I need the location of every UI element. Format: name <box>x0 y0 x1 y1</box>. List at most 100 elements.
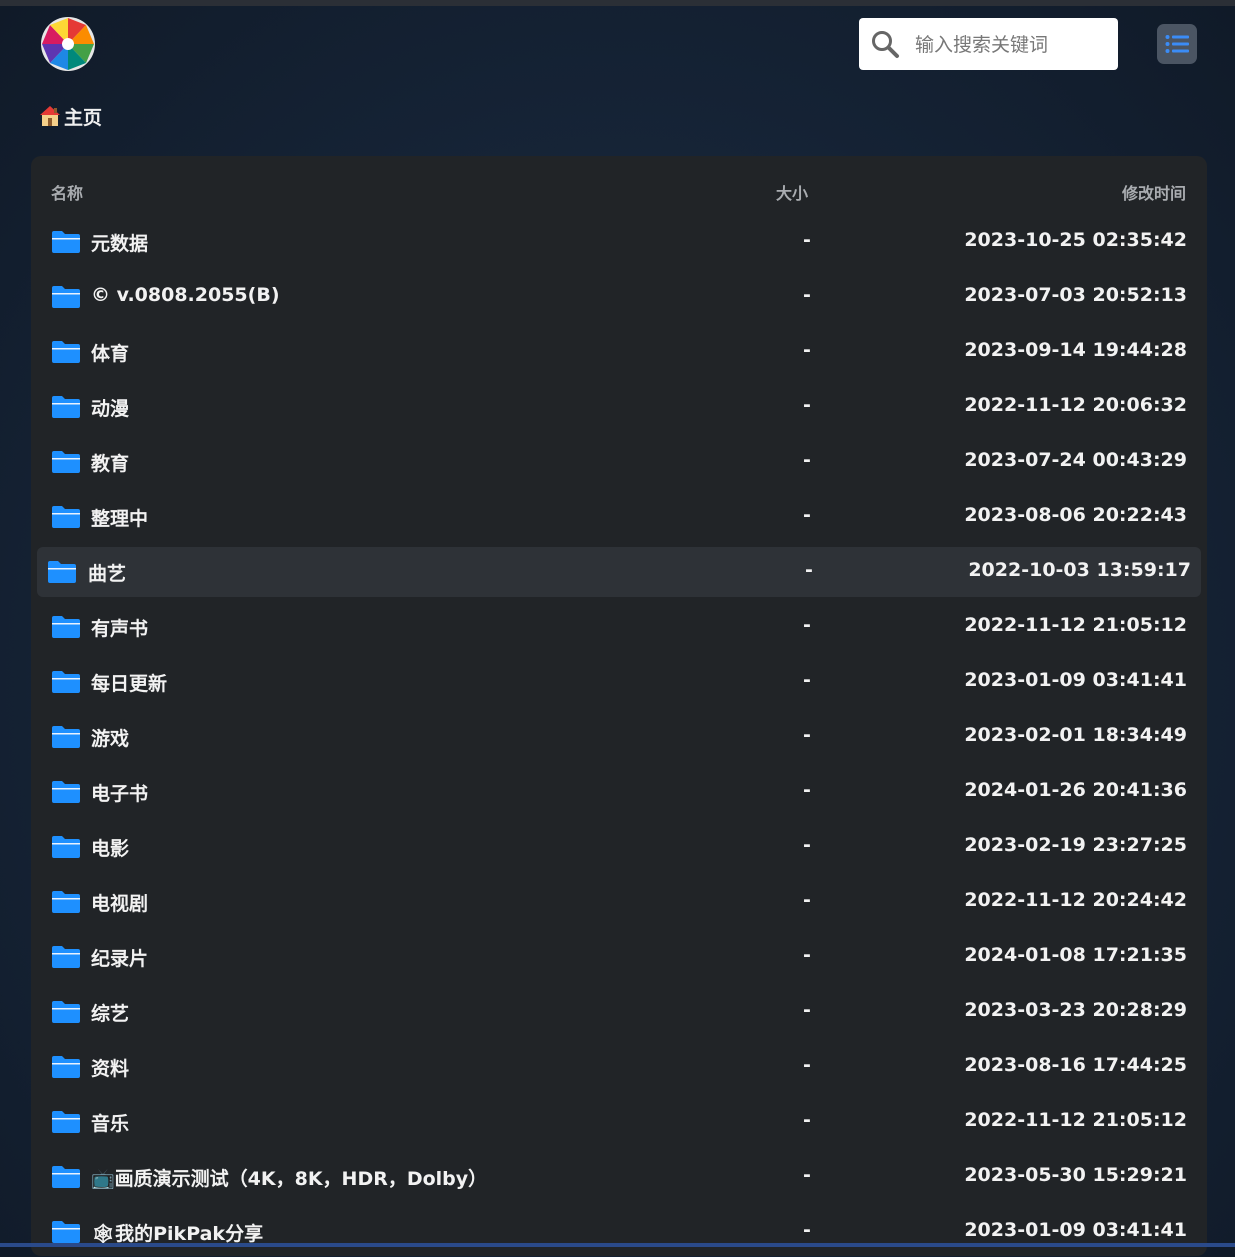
file-name[interactable]: 曲艺 <box>88 559 126 586</box>
folder-icon <box>52 451 80 473</box>
table-row[interactable]: 电影 - 2023-02-19 23:27:25 <box>37 822 1201 872</box>
file-name[interactable]: 📺画质演示测试（4K，8K，HDR，Dolby） <box>91 1164 487 1191</box>
file-size: - <box>803 779 811 801</box>
table-row[interactable]: 纪录片 - 2024-01-08 17:21:35 <box>37 932 1201 982</box>
file-name[interactable]: 纪录片 <box>91 944 148 971</box>
file-list-panel: 名称 大小 修改时间 元数据 - 2023-10-25 02:35:42 © v… <box>31 156 1207 1256</box>
table-row[interactable]: 动漫 - 2022-11-12 20:06:32 <box>37 382 1201 432</box>
file-size: - <box>803 944 811 966</box>
file-name[interactable]: 体育 <box>91 339 129 366</box>
breadcrumb-home[interactable]: 主页 <box>64 103 102 130</box>
table-row[interactable]: 整理中 - 2023-08-06 20:22:43 <box>37 492 1201 542</box>
folder-icon <box>52 231 80 253</box>
file-modified-time: 2022-11-12 21:05:12 <box>964 1109 1187 1131</box>
file-modified-time: 2023-01-09 03:41:41 <box>964 1219 1187 1241</box>
file-size: - <box>803 724 811 746</box>
folder-icon <box>52 891 80 913</box>
view-menu-button[interactable] <box>1157 24 1197 64</box>
file-modified-time: 2022-11-12 20:24:42 <box>964 889 1187 911</box>
home-icon <box>40 106 60 126</box>
file-modified-time: 2024-01-08 17:21:35 <box>964 944 1187 966</box>
folder-icon <box>52 1221 80 1243</box>
file-size: - <box>803 339 811 361</box>
column-header-size[interactable]: 大小 <box>776 180 808 204</box>
file-modified-time: 2022-11-12 21:05:12 <box>964 614 1187 636</box>
file-name[interactable]: 元数据 <box>91 229 148 256</box>
file-modified-time: 2023-10-25 02:35:42 <box>964 229 1187 251</box>
file-size: - <box>803 834 811 856</box>
file-name[interactable]: 🕸我的PikPak分享 <box>91 1219 263 1246</box>
file-size: - <box>803 614 811 636</box>
file-name[interactable]: 电视剧 <box>91 889 148 916</box>
file-name[interactable]: 游戏 <box>91 724 129 751</box>
table-row[interactable]: 音乐 - 2022-11-12 21:05:12 <box>37 1097 1201 1147</box>
folder-icon <box>52 1056 80 1078</box>
file-size: - <box>803 229 811 251</box>
file-name[interactable]: 综艺 <box>91 999 129 1026</box>
file-name[interactable]: 有声书 <box>91 614 148 641</box>
file-modified-time: 2023-03-23 20:28:29 <box>964 999 1187 1021</box>
file-name[interactable]: 动漫 <box>91 394 129 421</box>
file-modified-time: 2023-02-01 18:34:49 <box>964 724 1187 746</box>
file-modified-time: 2023-07-03 20:52:13 <box>964 284 1187 306</box>
column-header-name[interactable]: 名称 <box>51 180 83 204</box>
table-row[interactable]: 综艺 - 2023-03-23 20:28:29 <box>37 987 1201 1037</box>
breadcrumb[interactable]: 主页 <box>38 103 102 129</box>
folder-icon <box>52 781 80 803</box>
folder-icon <box>52 341 80 363</box>
table-row[interactable]: 元数据 - 2023-10-25 02:35:42 <box>37 217 1201 267</box>
folder-icon <box>52 946 80 968</box>
file-size: - <box>803 1164 811 1186</box>
table-row-hovered[interactable]: 曲艺 - 2022-10-03 13:59:17 <box>37 547 1201 597</box>
search-box[interactable] <box>859 18 1118 70</box>
file-name[interactable]: 每日更新 <box>91 669 167 696</box>
file-modified-time: 2023-05-30 15:29:21 <box>964 1164 1187 1186</box>
table-row[interactable]: 教育 - 2023-07-24 00:43:29 <box>37 437 1201 487</box>
table-row[interactable]: 🕸我的PikPak分享 - 2023-01-09 03:41:41 <box>37 1207 1201 1257</box>
file-size: - <box>803 999 811 1021</box>
file-name[interactable]: © v.0808.2055(B) <box>91 284 280 306</box>
folder-icon <box>52 671 80 693</box>
file-modified-time: 2023-02-19 23:27:25 <box>964 834 1187 856</box>
folder-icon <box>52 836 80 858</box>
file-size: - <box>803 1219 811 1241</box>
app-logo[interactable] <box>40 16 96 72</box>
folder-icon <box>48 561 76 583</box>
file-size: - <box>803 1054 811 1076</box>
table-row[interactable]: 电子书 - 2024-01-26 20:41:36 <box>37 767 1201 817</box>
table-row[interactable]: 📺画质演示测试（4K，8K，HDR，Dolby） - 2023-05-30 15… <box>37 1152 1201 1202</box>
file-modified-time: 2022-10-03 13:59:17 <box>968 559 1191 581</box>
list-icon <box>1165 35 1189 53</box>
file-size: - <box>803 284 811 306</box>
folder-icon <box>52 1166 80 1188</box>
file-size: - <box>805 559 813 581</box>
file-name[interactable]: 电影 <box>91 834 129 861</box>
search-icon <box>872 31 899 58</box>
folder-icon <box>52 726 80 748</box>
folder-icon <box>52 396 80 418</box>
folder-icon <box>52 506 80 528</box>
file-size: - <box>803 889 811 911</box>
file-size: - <box>803 449 811 471</box>
file-name[interactable]: 教育 <box>91 449 129 476</box>
folder-icon <box>52 1111 80 1133</box>
file-size: - <box>803 504 811 526</box>
table-header: 名称 大小 修改时间 <box>31 156 1207 220</box>
file-modified-time: 2024-01-26 20:41:36 <box>964 779 1187 801</box>
file-name[interactable]: 整理中 <box>91 504 148 531</box>
table-row[interactable]: 电视剧 - 2022-11-12 20:24:42 <box>37 877 1201 927</box>
table-row[interactable]: 有声书 - 2022-11-12 21:05:12 <box>37 602 1201 652</box>
column-header-time[interactable]: 修改时间 <box>1122 180 1186 204</box>
file-name[interactable]: 资料 <box>91 1054 129 1081</box>
file-modified-time: 2023-09-14 19:44:28 <box>964 339 1187 361</box>
table-row[interactable]: © v.0808.2055(B) - 2023-07-03 20:52:13 <box>37 272 1201 322</box>
table-row[interactable]: 每日更新 - 2023-01-09 03:41:41 <box>37 657 1201 707</box>
file-size: - <box>803 394 811 416</box>
file-name[interactable]: 电子书 <box>91 779 148 806</box>
table-row[interactable]: 游戏 - 2023-02-01 18:34:49 <box>37 712 1201 762</box>
file-modified-time: 2023-08-06 20:22:43 <box>964 504 1187 526</box>
search-input[interactable] <box>913 28 1112 62</box>
table-row[interactable]: 资料 - 2023-08-16 17:44:25 <box>37 1042 1201 1092</box>
file-name[interactable]: 音乐 <box>91 1109 129 1136</box>
table-row[interactable]: 体育 - 2023-09-14 19:44:28 <box>37 327 1201 377</box>
